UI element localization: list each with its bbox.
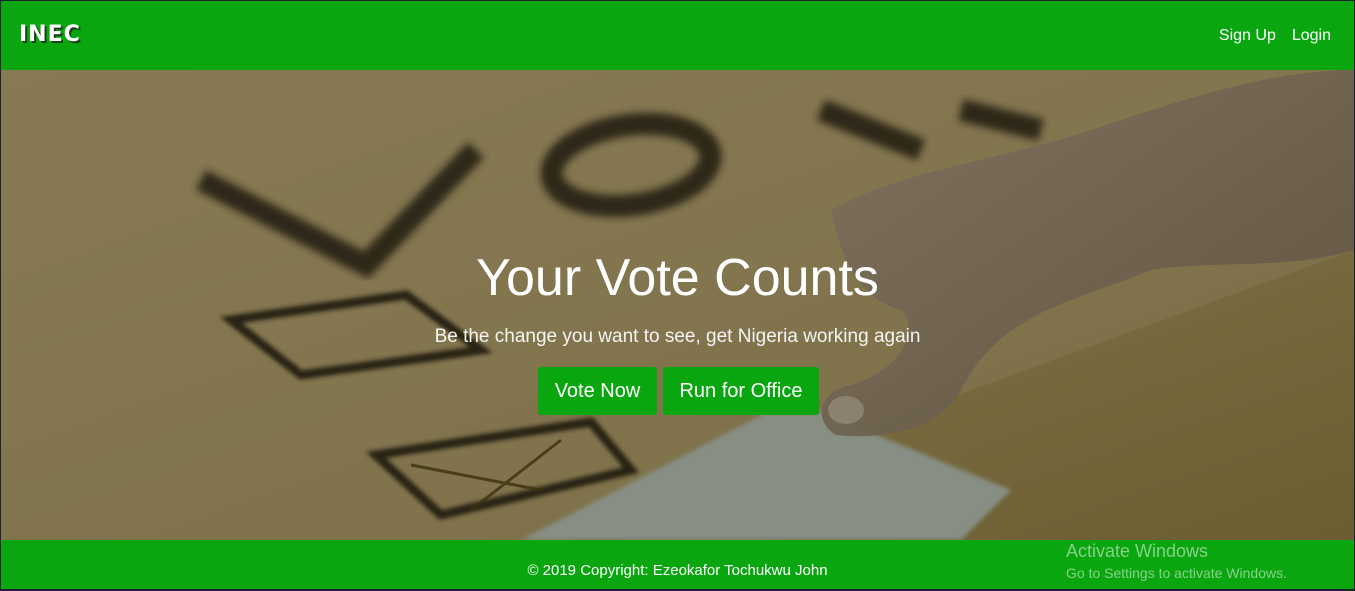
run-for-office-button[interactable]: Run for Office (663, 367, 819, 415)
hero-buttons: Vote Now Run for Office (538, 367, 819, 415)
nav-links: Sign Up Login (1219, 27, 1331, 45)
browser-viewport: INEC Sign Up Login Your Vote Counts Be t… (0, 0, 1355, 591)
navbar: INEC Sign Up Login (1, 1, 1354, 70)
hero-title: Your Vote Counts (476, 249, 879, 307)
watermark-title: Activate Windows (1066, 541, 1209, 561)
hero-subtitle: Be the change you want to see, get Niger… (434, 326, 921, 347)
brand-logo[interactable]: INEC (19, 22, 81, 47)
hero-content: Your Vote Counts Be the change you want … (1, 70, 1354, 540)
signup-link[interactable]: Sign Up (1219, 27, 1276, 45)
watermark-subtitle: Go to Settings to activate Windows. (1066, 565, 1287, 581)
login-link[interactable]: Login (1292, 27, 1331, 45)
hero-section: Your Vote Counts Be the change you want … (1, 70, 1354, 540)
activate-windows-watermark: Activate Windows Go to Settings to activ… (1066, 540, 1287, 581)
vote-now-button[interactable]: Vote Now (538, 367, 657, 415)
